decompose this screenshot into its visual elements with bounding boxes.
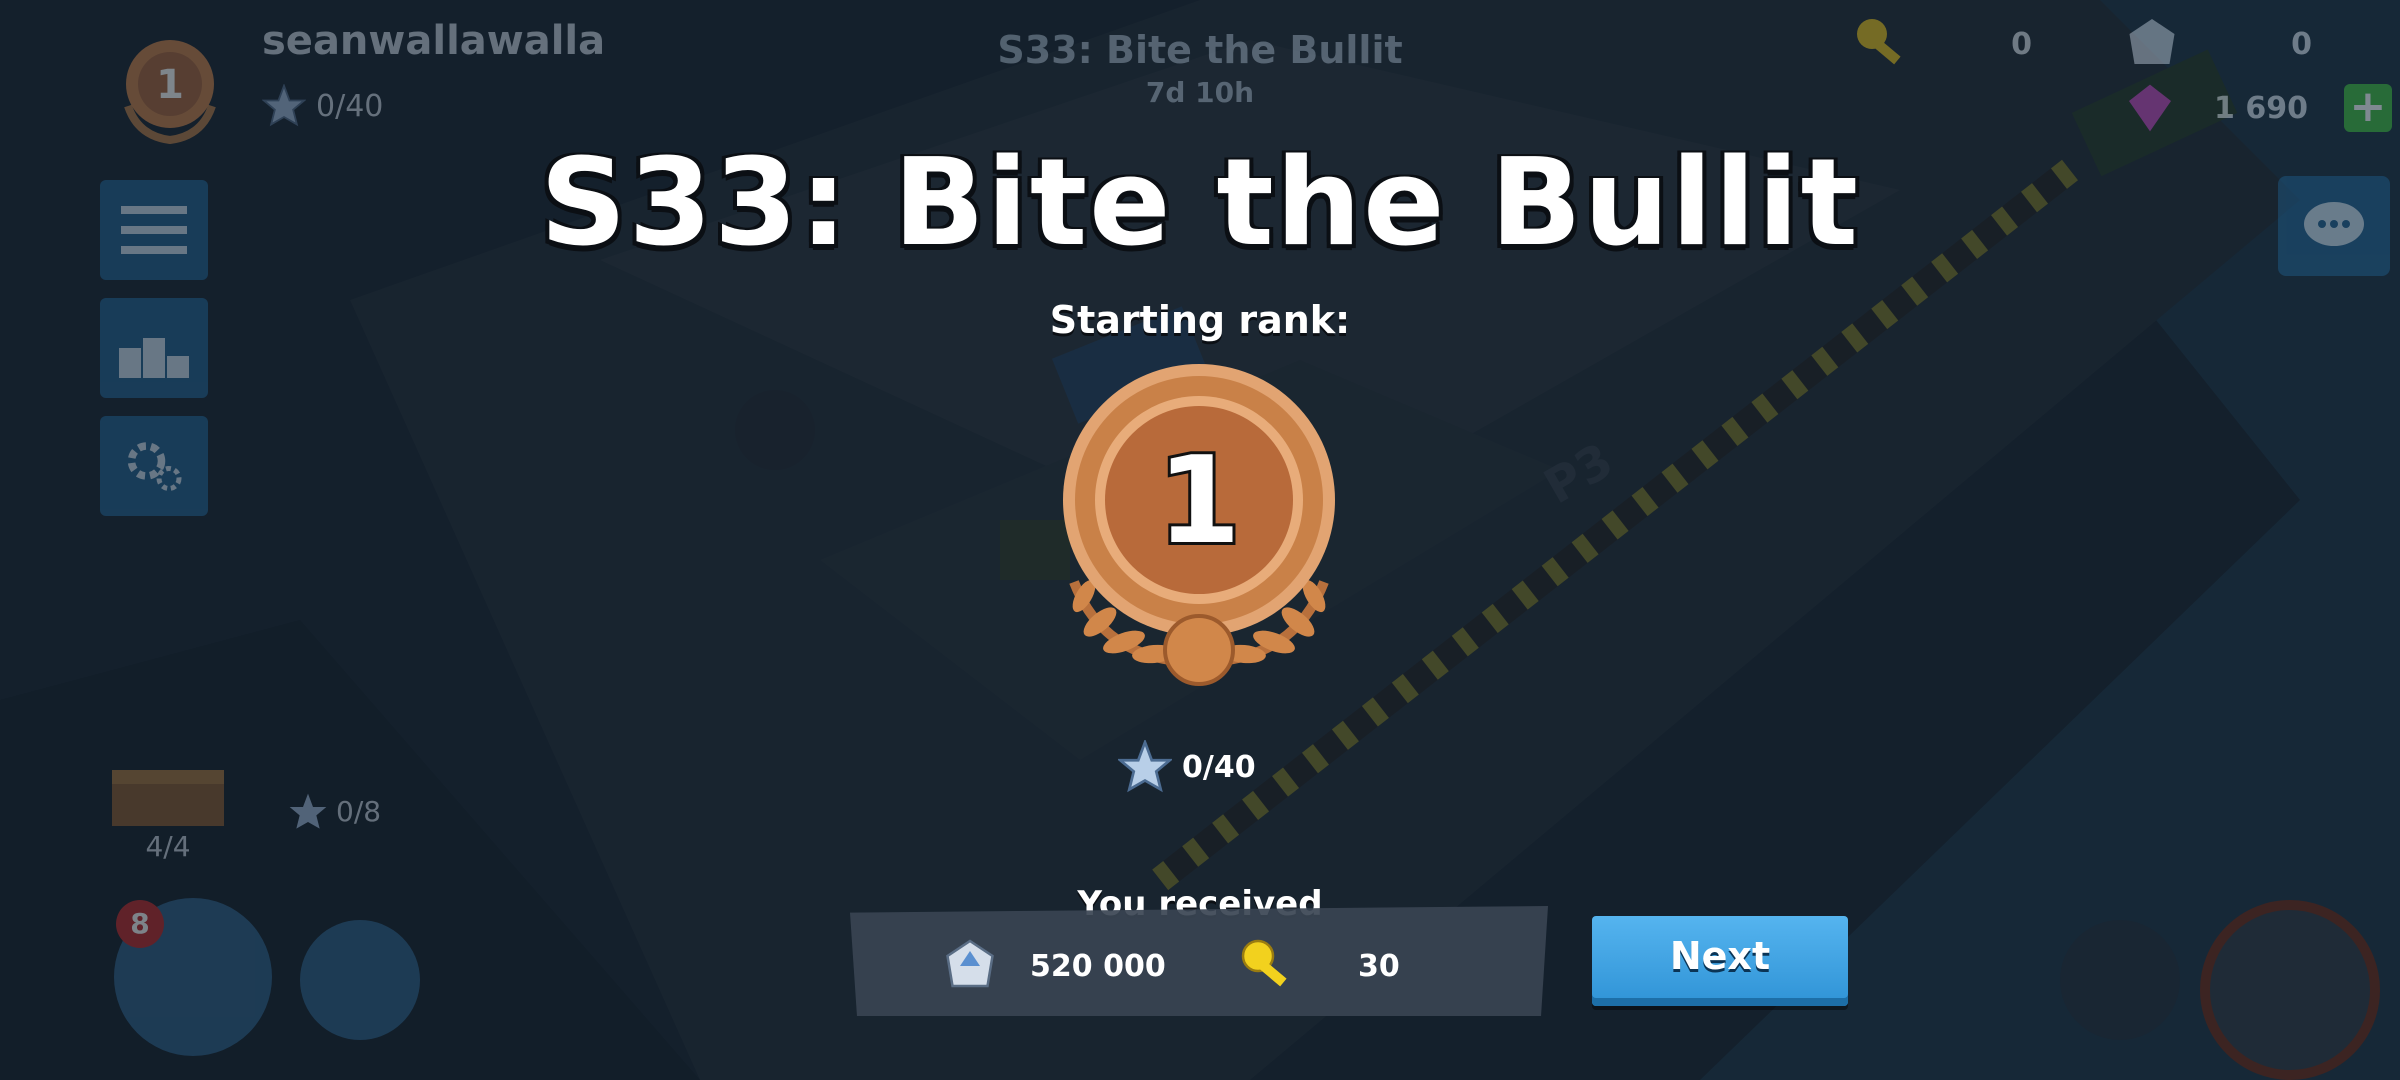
keys-resource[interactable]: 0	[1852, 14, 2032, 74]
chest-count: 4/4	[145, 830, 191, 863]
chest-icon	[112, 770, 224, 826]
reward-gold-value: 520 000	[1030, 948, 1166, 984]
rank-stars: 0/40	[1118, 740, 1256, 794]
star-icon	[1118, 740, 1172, 793]
reward-keys-value: 30	[1358, 948, 1400, 984]
hq-progress-area: 4/4 0/8	[108, 760, 381, 863]
next-button[interactable]: Next	[1592, 916, 1848, 1006]
season-header-title: S33: Bite the Bullit	[997, 28, 1403, 72]
gem-icon	[2129, 84, 2171, 132]
gear-icon	[127, 442, 182, 491]
rank-number: 1	[1157, 432, 1241, 571]
starting-rank-label: Starting rank:	[1049, 298, 1351, 342]
keys-value: 0	[2011, 26, 2032, 62]
key-icon	[1857, 19, 1901, 65]
reward-gold: 520 000	[940, 936, 1166, 996]
buy-gems-plus-icon[interactable]: +	[2343, 84, 2392, 132]
reward-panel: 520 000 30	[850, 906, 1548, 1016]
settings-button[interactable]	[100, 416, 208, 516]
gold-icon	[946, 939, 994, 988]
key-icon	[1241, 939, 1287, 987]
season-header-timer: 7d 10h	[1145, 76, 1255, 109]
gold-value: 0	[2291, 26, 2312, 62]
attack-button[interactable]	[300, 920, 420, 1040]
gold-resource[interactable]: 0	[2122, 14, 2312, 74]
parts-value: 0/8	[336, 795, 382, 828]
gold-icon	[2129, 19, 2175, 64]
chest-widget[interactable]: 4/4	[108, 760, 228, 863]
rank-medal: 1	[1063, 364, 1335, 686]
rank-stars-value: 0/40	[1182, 749, 1256, 785]
parts-icon	[289, 793, 327, 829]
gems-resource[interactable]: 1 690 +	[2122, 80, 2392, 136]
parts-widget[interactable]: 0/8	[288, 792, 381, 832]
gems-value: 1 690	[2214, 90, 2308, 126]
reward-keys: 30	[1238, 936, 1400, 996]
season-title: S33: Bite the Bullit	[540, 134, 1860, 273]
